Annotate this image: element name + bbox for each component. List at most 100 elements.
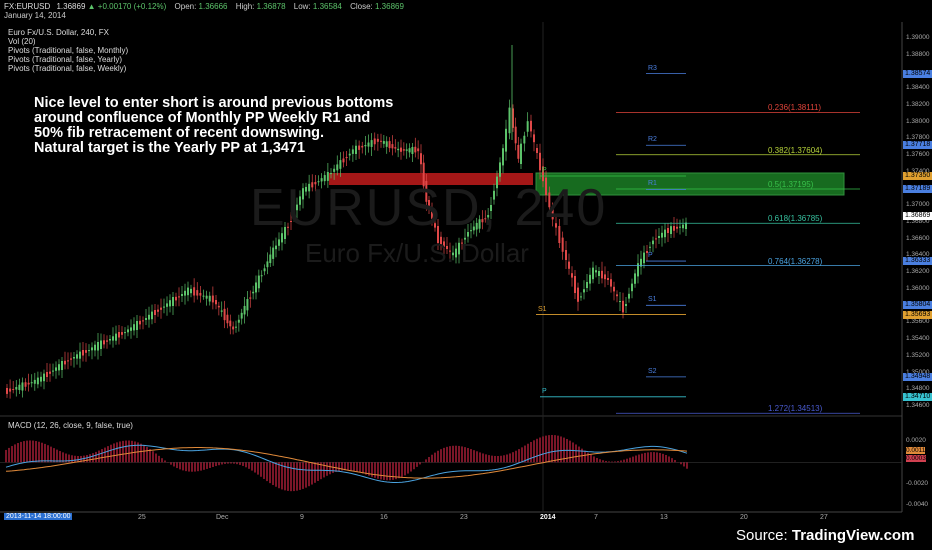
candle-body	[679, 226, 681, 228]
fib-level-label: 0.618(1.36785)	[768, 214, 823, 224]
symbol-label[interactable]: FX:EURUSD	[4, 2, 50, 11]
candle-body	[266, 261, 269, 268]
macd-tick-label: -0.0020	[906, 479, 929, 487]
candle-body	[670, 226, 672, 234]
candle-body	[505, 128, 507, 152]
candle-body	[565, 250, 567, 260]
candle-body	[124, 332, 126, 334]
macd-line	[5, 444, 688, 483]
time-tick-label: 2014	[540, 514, 556, 521]
candle-body	[592, 267, 594, 280]
source-credit: Source: TradingView.com	[736, 527, 914, 544]
macd-tick-label: 0.0020	[906, 437, 926, 444]
candle-body	[94, 344, 96, 351]
quote-header: FX:EURUSD 1.36869 ▲ +0.00170 (+0.12%) Op…	[0, 0, 932, 22]
candle-body	[610, 279, 612, 287]
chart-annotation[interactable]: Nice level to enter short is around prev…	[34, 96, 474, 156]
candle-body	[226, 314, 229, 324]
candle-body	[278, 239, 280, 246]
chart-canvas[interactable]	[0, 0, 932, 550]
source-prefix: Source:	[736, 527, 792, 544]
candle-body	[649, 246, 651, 248]
price-tag: 1.37718	[903, 141, 932, 150]
quote-date: January 14, 2014	[4, 11, 66, 20]
candle-body	[151, 311, 153, 320]
fib-level-label: 1.272(1.34513)	[768, 404, 823, 414]
candle-body	[208, 295, 211, 302]
time-tick-label: 9	[300, 514, 304, 521]
candle-body	[6, 388, 8, 394]
price-tick-label: 1.38000	[906, 117, 930, 125]
candle-body	[232, 326, 235, 330]
candle-body	[217, 305, 220, 308]
time-tick-label: 7	[594, 514, 598, 521]
candle-body	[142, 320, 144, 322]
candle-body	[106, 340, 108, 342]
candle-body	[275, 245, 277, 250]
annotation-line: 50% fib retracement of recent downswing.	[34, 125, 325, 141]
macd-tick-label: 0.0003	[906, 455, 926, 463]
fib-level-label: 0.382(1.37604)	[768, 145, 823, 155]
legend-main-series[interactable]: Euro Fx/U.S. Dollar, 240, FX	[8, 28, 128, 37]
candle-body	[240, 312, 243, 319]
price-tick-label: 1.38800	[906, 50, 930, 58]
candle-body	[36, 377, 39, 385]
candle-body	[339, 160, 342, 169]
price-tick-label: 1.38400	[906, 84, 930, 92]
close-value: 1.36869	[375, 2, 404, 11]
legend-pivots-monthly[interactable]: Pivots (Traditional, false, Monthly)	[8, 46, 128, 55]
study-legend: Euro Fx/U.S. Dollar, 240, FX Vol (20) Pi…	[8, 28, 128, 73]
candle-body	[561, 237, 564, 252]
name-watermark: Euro Fx/U.S. Dollar	[305, 238, 529, 268]
price-change: +0.00170 (+0.12%)	[97, 2, 167, 11]
candle-body	[272, 247, 275, 259]
candle-body	[533, 134, 535, 143]
candle-body	[257, 275, 260, 289]
candle-body	[27, 382, 30, 385]
candle-body	[682, 224, 684, 229]
candle-body	[187, 287, 189, 296]
candle-body	[252, 291, 255, 294]
candle-body	[127, 329, 129, 333]
legend-volume[interactable]: Vol (20)	[8, 37, 128, 46]
candle-body	[169, 300, 171, 307]
price-tag: 1.34948	[903, 372, 932, 381]
candle-body	[211, 295, 214, 303]
candle-body	[631, 283, 633, 292]
candle-body	[613, 286, 615, 292]
candle-body	[100, 340, 102, 349]
candle-body	[9, 388, 12, 392]
price-tick-label: 1.35400	[906, 335, 930, 343]
price-tick-label: 1.37000	[906, 201, 930, 209]
legend-pivots-yearly[interactable]: Pivots (Traditional, false, Yearly)	[8, 55, 128, 64]
price-tag: 1.34710	[903, 392, 932, 401]
candle-body	[634, 273, 636, 284]
candle-body	[345, 156, 348, 159]
candle-body	[61, 361, 63, 370]
price-tag: 1.37189	[903, 185, 932, 194]
price-tick-label: 1.36000	[906, 284, 930, 292]
candle-body	[628, 293, 630, 299]
candle-body	[163, 306, 165, 308]
candle-body	[526, 121, 529, 132]
candle-body	[133, 324, 135, 331]
time-tick-label: 23	[460, 514, 468, 521]
candle-body	[18, 384, 21, 391]
macd-legend[interactable]: MACD (12, 26, close, 9, false, true)	[8, 421, 133, 430]
price-tick-label: 1.36200	[906, 268, 930, 276]
price-tick-label: 1.37600	[906, 151, 930, 159]
candle-body	[583, 289, 585, 293]
candle-body	[82, 350, 84, 356]
candle-body	[539, 152, 541, 171]
time-tick-label: 27	[820, 514, 828, 521]
pivot-label: P	[542, 167, 547, 174]
candle-body	[181, 294, 183, 296]
candle-body	[190, 288, 192, 294]
candle-body	[664, 229, 666, 238]
candle-body	[79, 351, 81, 359]
candle-body	[508, 107, 511, 134]
candle-body	[330, 173, 332, 175]
candle-body	[517, 144, 520, 159]
candle-body	[67, 360, 69, 362]
legend-pivots-weekly[interactable]: Pivots (Traditional, false, Weekly)	[8, 64, 128, 73]
